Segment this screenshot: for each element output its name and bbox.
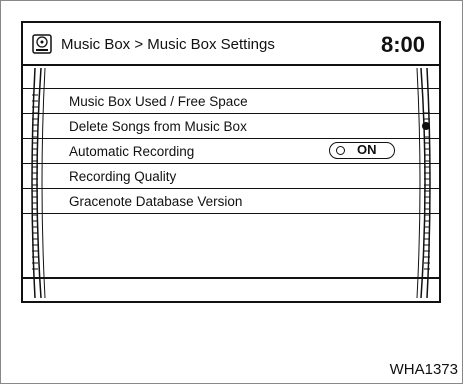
figure-code: WHA1373 [389,361,458,378]
menu-item-label: Music Box Used / Free Space [69,94,248,109]
display-screen: Music Box > Music Box Settings 8:00 Musi… [21,21,441,303]
menu-item-label: Recording Quality [69,169,177,184]
menu-item-label: Delete Songs from Music Box [69,119,247,134]
automatic-recording-toggle[interactable]: ON [329,142,395,159]
menu-item-delete-songs[interactable]: Delete Songs from Music Box [23,114,439,139]
figure-frame: Music Box > Music Box Settings 8:00 Musi… [0,0,463,384]
menu-item-label: Automatic Recording [69,144,195,159]
menu-spacer-bottom [23,214,439,239]
menu-spacer-top [23,64,439,89]
menu-item-label: Gracenote Database Version [69,194,243,209]
menu-item-gracenote-version[interactable]: Gracenote Database Version [23,189,439,214]
menu-item-used-free-space[interactable]: Music Box Used / Free Space [23,89,439,114]
toggle-indicator-icon [336,146,345,155]
menu-item-recording-quality[interactable]: Recording Quality [23,164,439,189]
menu-item-automatic-recording[interactable]: Automatic Recording ON [23,139,439,164]
toggle-state: ON [357,142,377,157]
bottom-bar [23,277,439,303]
